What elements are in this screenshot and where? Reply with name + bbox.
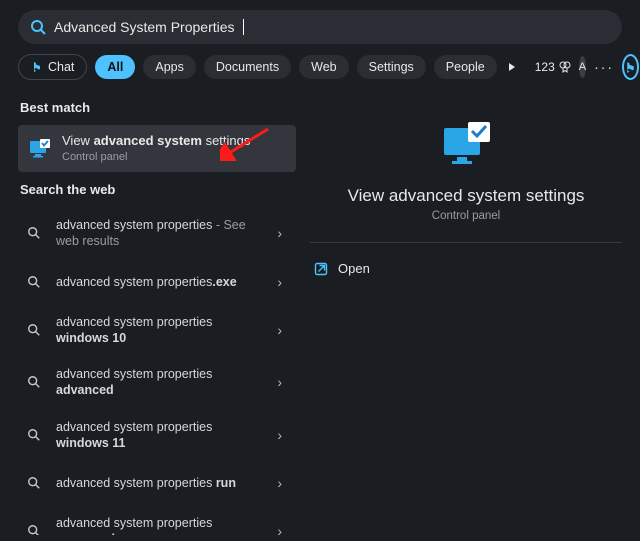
search-icon — [22, 471, 46, 495]
chevron-right-icon: › — [277, 475, 286, 491]
open-action[interactable]: Open — [310, 251, 622, 286]
bing-button[interactable] — [622, 54, 639, 80]
best-match-result[interactable]: View advanced system settings Control pa… — [18, 125, 296, 172]
chevron-right-icon: › — [277, 274, 286, 290]
chevron-right-icon: › — [277, 225, 286, 241]
detail-panel: View advanced system settings Control pa… — [296, 90, 640, 535]
chevron-right-icon: › — [277, 374, 286, 390]
control-panel-icon — [28, 137, 52, 161]
chevron-right-icon: › — [277, 523, 286, 535]
web-result-2[interactable]: advanced system properties windows 10 › — [18, 304, 296, 357]
web-result-4[interactable]: advanced system properties windows 11 › — [18, 409, 296, 462]
apps-chip[interactable]: Apps — [143, 55, 196, 79]
search-web-heading: Search the web — [20, 182, 296, 197]
bing-icon — [624, 61, 637, 74]
results-panel: Best match View advanced system settings… — [0, 90, 296, 535]
bing-chat-icon — [31, 61, 43, 73]
web-result-5[interactable]: advanced system properties run › — [18, 461, 296, 505]
search-icon — [30, 19, 46, 35]
settings-chip[interactable]: Settings — [357, 55, 426, 79]
open-icon — [314, 262, 328, 276]
search-bar[interactable]: Advanced System Properties — [18, 10, 622, 44]
web-result-6[interactable]: advanced system properties command › — [18, 505, 296, 535]
account-avatar[interactable]: A — [579, 56, 586, 78]
search-icon — [22, 370, 46, 394]
web-result-0[interactable]: advanced system properties - See web res… — [18, 207, 296, 260]
chevron-right-icon: › — [277, 322, 286, 338]
detail-app-icon — [310, 122, 622, 168]
search-icon — [22, 423, 46, 447]
detail-subtitle: Control panel — [310, 210, 622, 222]
best-match-heading: Best match — [20, 100, 296, 115]
text-caret — [243, 19, 244, 35]
filter-row: Chat All Apps Documents Web Settings Peo… — [0, 50, 640, 90]
people-chip[interactable]: People — [434, 55, 497, 79]
chevron-right-icon: › — [277, 427, 286, 443]
search-icon — [22, 270, 46, 294]
search-icon — [22, 519, 46, 535]
open-label: Open — [338, 261, 370, 276]
more-filters-arrow-icon[interactable] — [505, 62, 519, 72]
chat-label: Chat — [48, 60, 74, 74]
web-chip[interactable]: Web — [299, 55, 348, 79]
best-match-text: View advanced system settings Control pa… — [62, 133, 286, 164]
rewards-icon — [559, 61, 571, 73]
detail-title: View advanced system settings — [310, 186, 622, 206]
search-icon — [22, 318, 46, 342]
rewards-count[interactable]: 123 — [535, 60, 571, 74]
web-result-3[interactable]: advanced system properties advanced › — [18, 356, 296, 409]
web-result-1[interactable]: advanced system properties.exe › — [18, 260, 296, 304]
more-options-icon[interactable]: ··· — [594, 59, 614, 75]
chat-chip[interactable]: Chat — [18, 54, 87, 80]
divider — [310, 242, 622, 243]
search-input-text: Advanced System Properties — [54, 19, 235, 35]
all-chip[interactable]: All — [95, 55, 135, 79]
documents-chip[interactable]: Documents — [204, 55, 291, 79]
search-icon — [22, 221, 46, 245]
